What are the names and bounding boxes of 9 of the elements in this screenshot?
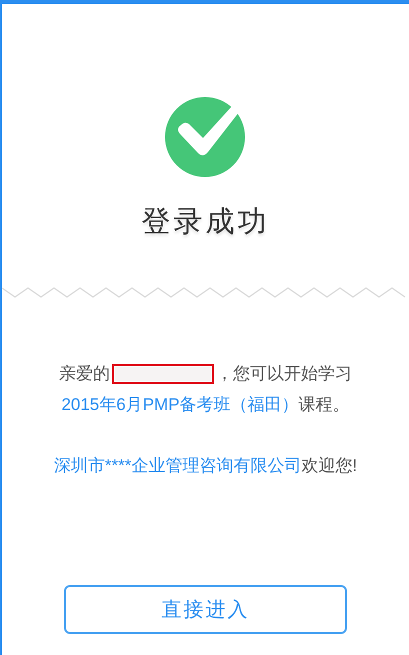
company-link[interactable]: 深圳市****企业管理咨询有限公司 [54,454,302,477]
course-suffix-text: 课程。 [298,394,350,416]
login-success-title: 登录成功 [142,205,270,240]
success-check-icon [164,95,246,177]
welcome-text: 欢迎您! [301,455,358,477]
course-link[interactable]: 2015年6月PMP备考班（福田） [61,393,299,416]
greeting-text: 亲爱的 [59,363,110,385]
enter-button[interactable]: 直接进入 [64,585,347,634]
greeting-text: ，您可以开始学习 [216,363,352,385]
